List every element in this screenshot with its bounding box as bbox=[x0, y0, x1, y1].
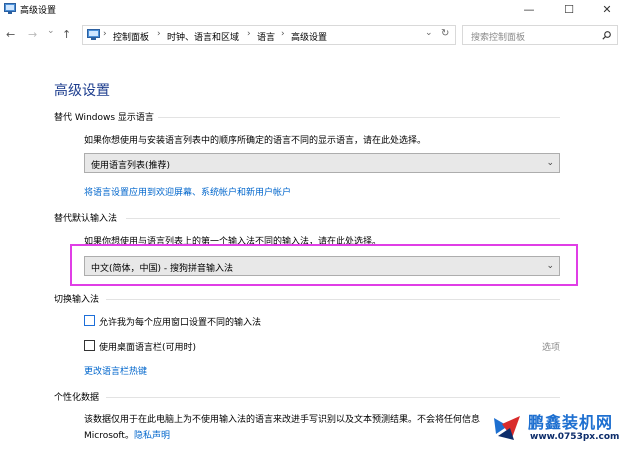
minimize-button[interactable]: — bbox=[510, 0, 548, 18]
section-title-personalization: 个性化数据 bbox=[54, 393, 100, 403]
section-divider bbox=[158, 117, 560, 118]
per-app-input-method-checkbox[interactable] bbox=[84, 315, 95, 326]
recent-locations-chevron-icon[interactable]: ⌄ bbox=[47, 26, 55, 36]
section-divider bbox=[106, 299, 560, 300]
per-app-input-method-label: 允许我为每个应用窗口设置不同的输入法 bbox=[99, 318, 262, 328]
watermark-name: 鹏鑫装机网 bbox=[528, 413, 614, 432]
section-divider bbox=[126, 218, 560, 219]
personalization-description-microsoft: Microsoft。 bbox=[84, 431, 134, 441]
privacy-statement-link[interactable]: 隐私声明 bbox=[134, 428, 170, 441]
section-title-display-language: 替代 Windows 显示语言 bbox=[54, 113, 154, 123]
search-icon[interactable] bbox=[602, 31, 611, 40]
breadcrumb-control-panel[interactable]: 控制面板 bbox=[113, 30, 149, 43]
page-title: 高级设置 bbox=[54, 83, 110, 99]
section-title-input-method: 替代默认输入法 bbox=[54, 214, 118, 224]
desktop-language-bar-checkbox[interactable] bbox=[84, 340, 95, 351]
display-language-dropdown-value: 使用语言列表(推荐) bbox=[91, 161, 171, 171]
display-language-dropdown[interactable]: 使用语言列表(推荐) ⌄ bbox=[84, 153, 560, 173]
back-arrow-icon[interactable]: ← bbox=[6, 28, 15, 41]
display-language-description: 如果你想使用与安装语言列表中的顺序所确定的语言不同的显示语言，请在此处选择。 bbox=[84, 136, 427, 146]
watermark-url: www.0753px.com bbox=[530, 432, 620, 442]
maximize-button[interactable]: ☐ bbox=[550, 0, 588, 18]
breadcrumb-separator: › bbox=[103, 29, 107, 39]
window-title: 高级设置 bbox=[20, 6, 57, 16]
control-panel-icon bbox=[87, 29, 100, 40]
change-language-bar-hotkeys-link[interactable]: 更改语言栏热键 bbox=[84, 364, 147, 377]
title-bar: 高级设置 — ☐ ✕ bbox=[0, 0, 626, 18]
section-title-switch-input: 切换输入法 bbox=[54, 295, 100, 305]
close-button[interactable]: ✕ bbox=[588, 0, 626, 18]
search-input[interactable]: 搜索控制面板 bbox=[462, 25, 618, 45]
address-bar[interactable]: › 控制面板 › 时钟、语言和区域 › 语言 › 高级设置 ⌄ ↻ bbox=[82, 25, 456, 45]
desktop-language-bar-label: 使用桌面语言栏(可用时) bbox=[99, 343, 197, 353]
breadcrumb-separator: › bbox=[157, 29, 161, 39]
language-bar-options-link[interactable]: 选项 bbox=[542, 340, 560, 353]
breadcrumb-separator: › bbox=[247, 29, 251, 39]
apply-language-settings-link[interactable]: 将语言设置应用到欢迎屏幕、系统帐户和新用户帐户 bbox=[84, 185, 291, 198]
address-dropdown-chevron-icon[interactable]: ⌄ bbox=[425, 28, 433, 38]
refresh-icon[interactable]: ↻ bbox=[441, 28, 449, 39]
section-divider bbox=[106, 397, 560, 398]
personalization-description: 该数据仅用于在此电脑上为不使用输入法的语言来改进手写识别以及文本预测结果。不会将… bbox=[84, 415, 481, 425]
highlight-box bbox=[70, 244, 578, 286]
control-panel-icon bbox=[4, 3, 16, 14]
forward-arrow-icon[interactable]: → bbox=[28, 28, 37, 41]
navigation-bar: ← → ⌄ ↑ › 控制面板 › 时钟、语言和区域 › 语言 › 高级设置 ⌄ … bbox=[0, 22, 626, 48]
watermark-logo-icon bbox=[494, 416, 520, 440]
breadcrumb-separator: › bbox=[281, 29, 285, 39]
up-arrow-icon[interactable]: ↑ bbox=[62, 28, 71, 41]
breadcrumb-advanced-settings[interactable]: 高级设置 bbox=[291, 30, 327, 43]
search-placeholder: 搜索控制面板 bbox=[471, 33, 526, 43]
breadcrumb-clock-language-region[interactable]: 时钟、语言和区域 bbox=[167, 30, 239, 43]
chevron-down-icon: ⌄ bbox=[546, 158, 554, 168]
breadcrumb-language[interactable]: 语言 bbox=[257, 30, 275, 43]
